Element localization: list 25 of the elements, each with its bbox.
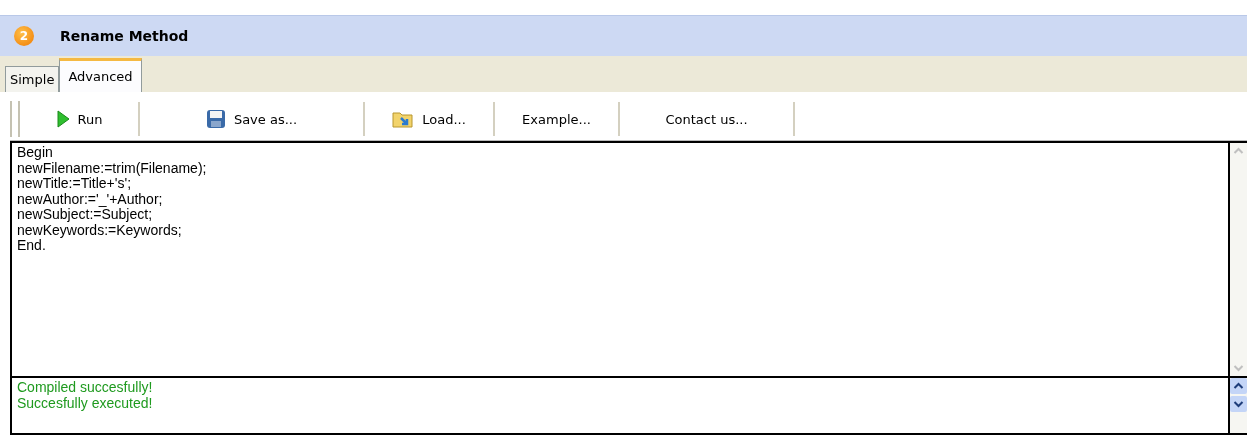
toolbar-button[interactable]: Example... [495,102,620,136]
play-icon [55,110,70,128]
scroll-up-icon[interactable] [1230,378,1247,394]
code-editor[interactable]: Begin newFilename:=trim(Filename); newTitle:=Title+'s'; newAuthor:='_'+Author; newSubject:=Subject; newKeywords:=Keywords; End. [10,141,1247,378]
scroll-down-icon[interactable] [1230,396,1247,412]
toolbar-button[interactable]: Contact us... [620,102,795,136]
code-line: Begin [17,145,54,161]
scrollbar[interactable] [1230,378,1247,433]
toolbar-button[interactable]: Run [20,102,140,136]
folder-icon [392,109,415,129]
code-line: End. [17,238,46,254]
code-line: newKeywords:=Keywords; [17,222,183,238]
window-title: Rename Method [60,28,189,44]
output-message: Compiled succesfully! [17,380,154,396]
step-badge: 2 [14,26,34,46]
tab[interactable]: Advanced [59,58,142,92]
tab[interactable]: Simple [5,66,60,92]
code-line: newTitle:=Title+'s'; [17,176,132,192]
code-line: newFilename:=trim(Filename); [17,160,208,176]
toolbar-button[interactable]: Load... [365,102,495,136]
toolbar-button[interactable]: Save as... [140,102,365,136]
code-line: newSubject:=Subject; [17,207,153,223]
output-message: Succesfully executed! [17,395,154,411]
code-line: newAuthor:='_'+Author; [17,191,164,207]
toolbar-grip [10,101,20,137]
